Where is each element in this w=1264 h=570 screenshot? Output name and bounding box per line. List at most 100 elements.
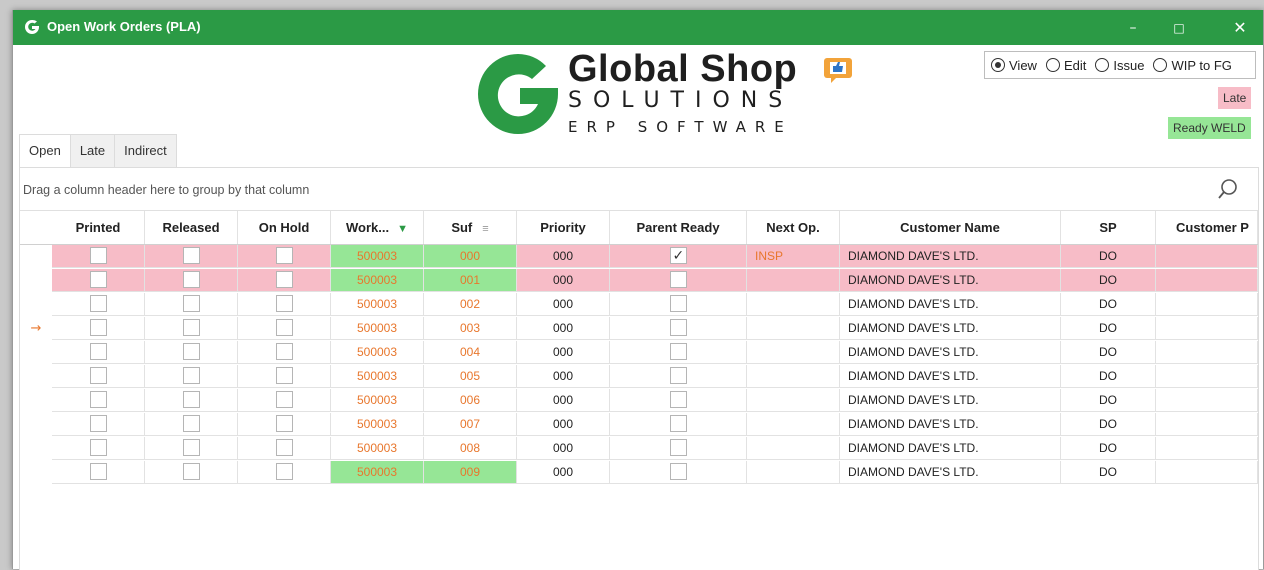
work-order-cell[interactable]: 500003	[331, 245, 424, 268]
table-row[interactable]: 500003 007 000 DIAMOND DAVE'S LTD. DO	[20, 413, 1258, 436]
suffix-cell[interactable]: 000	[424, 245, 517, 268]
priority-cell[interactable]: 000	[517, 389, 610, 412]
customer-p-cell[interactable]	[1156, 365, 1258, 388]
next-op-cell[interactable]: INSP	[747, 245, 840, 268]
priority-cell[interactable]: 000	[517, 413, 610, 436]
priority-cell[interactable]: 000	[517, 293, 610, 316]
mode-option-issue[interactable]: Issue	[1095, 58, 1144, 73]
tab-indirect[interactable]: Indirect	[115, 134, 177, 167]
customer-p-cell[interactable]	[1156, 389, 1258, 412]
printed-checkbox[interactable]	[89, 247, 107, 265]
next-op-cell[interactable]	[747, 437, 840, 460]
table-row[interactable]: 500003 002 000 DIAMOND DAVE'S LTD. DO	[20, 293, 1258, 316]
work-order-cell[interactable]: 500003	[331, 437, 424, 460]
radio-button-icon[interactable]	[991, 58, 1005, 72]
column-header-next-op[interactable]: Next Op.	[747, 211, 840, 244]
work-order-cell[interactable]: 500003	[331, 413, 424, 436]
parent-ready-checkbox[interactable]	[669, 271, 687, 289]
next-op-cell[interactable]	[747, 461, 840, 484]
customer-name-cell[interactable]: DIAMOND DAVE'S LTD.	[840, 365, 1061, 388]
radio-button-icon[interactable]	[1153, 58, 1168, 72]
customer-p-cell[interactable]	[1156, 461, 1258, 484]
priority-cell[interactable]: 000	[517, 269, 610, 292]
sp-cell[interactable]: DO	[1061, 365, 1156, 388]
sp-cell[interactable]: DO	[1061, 245, 1156, 268]
customer-p-cell[interactable]	[1156, 437, 1258, 460]
group-by-panel[interactable]: Drag a column header here to group by th…	[20, 168, 1258, 211]
customer-name-cell[interactable]: DIAMOND DAVE'S LTD.	[840, 341, 1061, 364]
sp-cell[interactable]: DO	[1061, 461, 1156, 484]
printed-checkbox[interactable]	[89, 343, 107, 361]
suffix-cell[interactable]: 006	[424, 389, 517, 412]
parent-ready-checkbox[interactable]	[669, 343, 687, 361]
printed-checkbox[interactable]	[89, 391, 107, 409]
sp-cell[interactable]: DO	[1061, 317, 1156, 340]
next-op-cell[interactable]	[747, 389, 840, 412]
printed-checkbox[interactable]	[89, 463, 107, 481]
column-header-on-hold[interactable]: On Hold	[238, 211, 331, 244]
table-row[interactable]: 500003 009 000 DIAMOND DAVE'S LTD. DO	[20, 461, 1258, 484]
on-hold-checkbox[interactable]	[275, 271, 293, 289]
suffix-cell[interactable]: 001	[424, 269, 517, 292]
released-checkbox[interactable]	[182, 367, 200, 385]
sp-cell[interactable]: DO	[1061, 437, 1156, 460]
customer-p-cell[interactable]	[1156, 293, 1258, 316]
next-op-cell[interactable]	[747, 317, 840, 340]
on-hold-checkbox[interactable]	[275, 295, 293, 313]
parent-ready-checkbox[interactable]	[669, 295, 687, 313]
sort-icon[interactable]: ≡	[482, 223, 488, 235]
filter-icon[interactable]: ▼	[397, 223, 408, 235]
mode-option-wip-to-fg[interactable]: WIP to FG	[1153, 58, 1232, 73]
work-order-cell[interactable]: 500003	[331, 365, 424, 388]
next-op-cell[interactable]	[747, 365, 840, 388]
minimize-button[interactable]: –	[1110, 10, 1156, 45]
customer-name-cell[interactable]: DIAMOND DAVE'S LTD.	[840, 389, 1061, 412]
released-checkbox[interactable]	[182, 391, 200, 409]
released-checkbox[interactable]	[182, 271, 200, 289]
suffix-cell[interactable]: 009	[424, 461, 517, 484]
released-checkbox[interactable]	[182, 295, 200, 313]
table-row[interactable]: 500003 001 000 DIAMOND DAVE'S LTD. DO	[20, 269, 1258, 292]
parent-ready-checkbox[interactable]	[669, 245, 687, 267]
column-header-sp[interactable]: SP	[1061, 211, 1156, 244]
radio-button-icon[interactable]	[1045, 58, 1060, 72]
sp-cell[interactable]: DO	[1061, 389, 1156, 412]
priority-cell[interactable]: 000	[517, 461, 610, 484]
work-order-cell[interactable]: 500003	[331, 389, 424, 412]
column-header-customer-p[interactable]: Customer P	[1156, 211, 1258, 244]
on-hold-checkbox[interactable]	[275, 319, 293, 337]
maximize-button[interactable]: □	[1156, 10, 1202, 45]
customer-name-cell[interactable]: DIAMOND DAVE'S LTD.	[840, 413, 1061, 436]
sp-cell[interactable]: DO	[1061, 269, 1156, 292]
mode-option-edit[interactable]: Edit	[1045, 58, 1086, 73]
customer-p-cell[interactable]	[1156, 317, 1258, 340]
printed-checkbox[interactable]	[89, 367, 107, 385]
on-hold-checkbox[interactable]	[275, 415, 293, 433]
work-order-cell[interactable]: 500003	[331, 461, 424, 484]
released-checkbox[interactable]	[182, 319, 200, 337]
parent-ready-checkbox[interactable]	[669, 367, 687, 385]
customer-p-cell[interactable]	[1156, 269, 1258, 292]
customer-name-cell[interactable]: DIAMOND DAVE'S LTD.	[840, 293, 1061, 316]
printed-checkbox[interactable]	[89, 439, 107, 457]
customer-name-cell[interactable]: DIAMOND DAVE'S LTD.	[840, 317, 1061, 340]
parent-ready-checkbox[interactable]	[669, 415, 687, 433]
released-checkbox[interactable]	[182, 343, 200, 361]
customer-name-cell[interactable]: DIAMOND DAVE'S LTD.	[840, 269, 1061, 292]
work-order-cell[interactable]: 500003	[331, 293, 424, 316]
work-order-cell[interactable]: 500003	[331, 317, 424, 340]
priority-cell[interactable]: 000	[517, 365, 610, 388]
next-op-cell[interactable]	[747, 269, 840, 292]
customer-name-cell[interactable]: DIAMOND DAVE'S LTD.	[840, 245, 1061, 268]
table-row[interactable]: 500003 005 000 DIAMOND DAVE'S LTD. DO	[20, 365, 1258, 388]
printed-checkbox[interactable]	[89, 295, 107, 313]
parent-ready-checkbox[interactable]	[669, 391, 687, 409]
customer-name-cell[interactable]: DIAMOND DAVE'S LTD.	[840, 437, 1061, 460]
priority-cell[interactable]: 000	[517, 341, 610, 364]
suffix-cell[interactable]: 008	[424, 437, 517, 460]
sp-cell[interactable]: DO	[1061, 413, 1156, 436]
column-header-suffix[interactable]: Suf ≡	[424, 211, 517, 244]
column-header-priority[interactable]: Priority	[517, 211, 610, 244]
on-hold-checkbox[interactable]	[275, 367, 293, 385]
radio-button-icon[interactable]	[1095, 58, 1110, 72]
